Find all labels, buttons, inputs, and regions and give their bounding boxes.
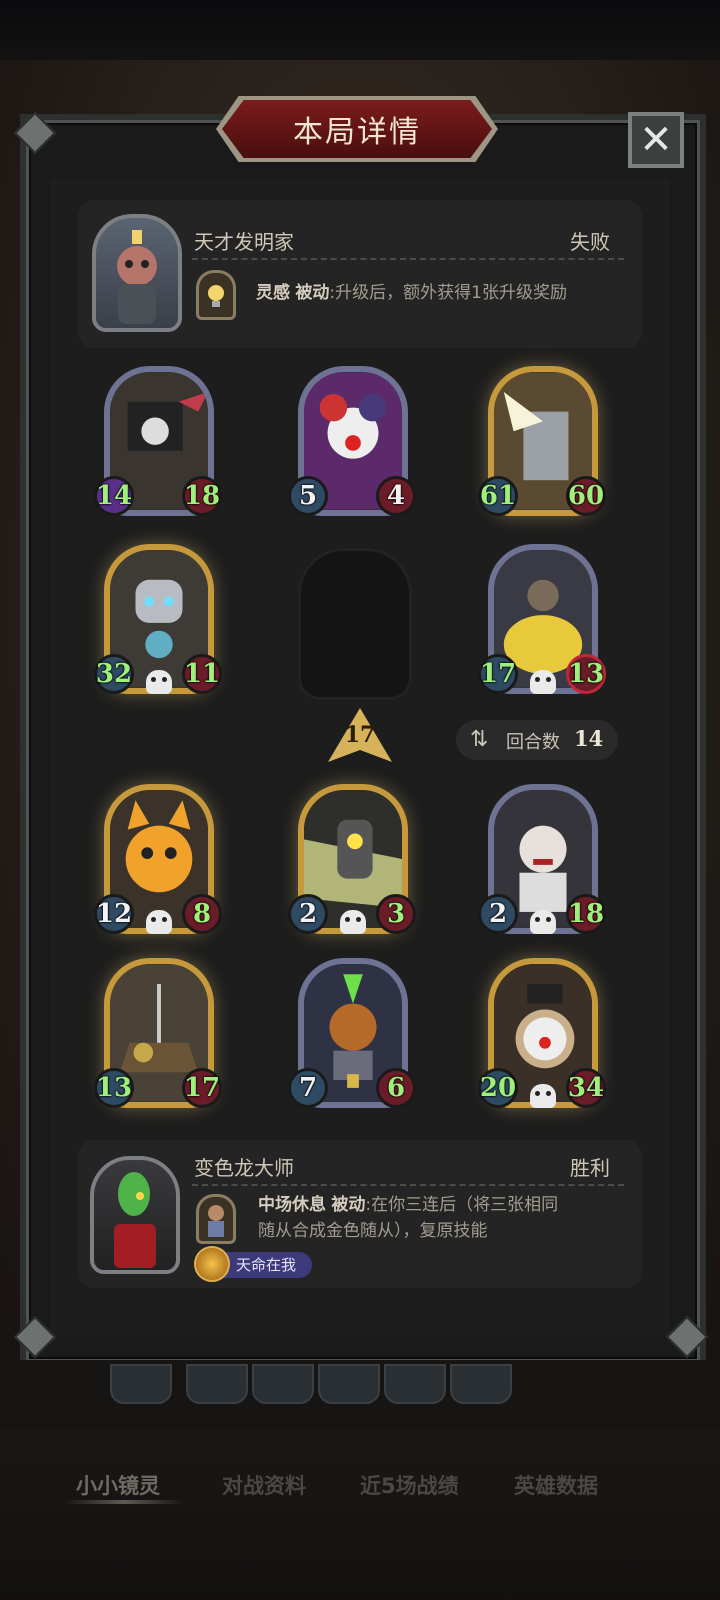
health-stat: 4: [376, 476, 416, 516]
attack-stat: 17: [478, 654, 518, 694]
close-icon: ✕: [639, 117, 673, 163]
team-slot[interactable]: [318, 1364, 380, 1404]
tab-mirror-spirit[interactable]: 小小镜灵: [76, 1470, 160, 1500]
health-stat: 18: [182, 476, 222, 516]
attack-stat: 14: [94, 476, 134, 516]
minion-card[interactable]: 14 18: [94, 366, 222, 526]
health-stat: 8: [182, 894, 222, 934]
health-stat: 6: [376, 1068, 416, 1108]
close-button[interactable]: ✕: [628, 112, 684, 168]
attack-stat: 32: [94, 654, 134, 694]
tab-battle-info[interactable]: 对战资料: [222, 1470, 306, 1500]
tab-hero-data[interactable]: 英雄数据: [514, 1470, 598, 1500]
attack-stat: 13: [94, 1068, 134, 1108]
attack-stat: 2: [478, 894, 518, 934]
team-slot[interactable]: [450, 1364, 512, 1404]
minion-card[interactable]: 17 13: [478, 544, 606, 704]
health-stat: 18: [566, 894, 606, 934]
minion-card[interactable]: 20 34: [478, 958, 606, 1118]
skill-description: :在你三连后（将三张相同: [365, 1195, 559, 1215]
intermission-skill-icon[interactable]: [196, 1194, 236, 1244]
skull-icon: [530, 1084, 556, 1108]
tab-recent-record[interactable]: 近5场战绩: [360, 1470, 459, 1500]
skill-description: :升级后，额外获得1张升级奖励: [329, 283, 567, 303]
player-skill: 中场休息 被动:在你三连后（将三张相同 随从合成金色随从），复原技能: [258, 1192, 618, 1244]
round-label: 回合数: [506, 732, 560, 753]
tavern-level: 17: [344, 722, 376, 748]
attack-stat: 5: [288, 476, 328, 516]
health-stat: 3: [376, 894, 416, 934]
round-counter: ⇅ 回合数 14: [456, 720, 618, 760]
skill-type: 被动: [331, 1195, 366, 1215]
skill-type: 被动: [295, 283, 330, 303]
badge-label: 天命在我: [236, 1256, 297, 1274]
empty-board-slot: [298, 548, 412, 700]
minion-card[interactable]: 2 18: [478, 784, 606, 944]
health-stat: 13: [566, 654, 606, 694]
divider: [192, 1184, 624, 1186]
destiny-badge[interactable]: 天命在我: [194, 1246, 313, 1282]
skill-name: 中场休息: [258, 1195, 326, 1215]
lightbulb-icon[interactable]: [196, 270, 236, 320]
opponent-result: 失败: [570, 230, 610, 254]
health-stat: 60: [566, 476, 606, 516]
player-hero-portrait[interactable]: [90, 1156, 180, 1274]
active-tab-indicator: [64, 1500, 184, 1504]
attack-stat: 7: [288, 1068, 328, 1108]
attack-stat: 61: [478, 476, 518, 516]
health-stat: 11: [182, 654, 222, 694]
minion-card[interactable]: 32 11: [94, 544, 222, 704]
opponent-hero-portrait[interactable]: [92, 214, 182, 332]
minion-card[interactable]: 2 3: [288, 784, 416, 944]
round-value: 14: [574, 726, 604, 751]
skull-icon: [146, 670, 172, 694]
attack-stat: 12: [94, 894, 134, 934]
skull-icon: [340, 910, 366, 934]
player-name: 变色龙大师: [194, 1156, 294, 1180]
skull-icon: [530, 670, 556, 694]
team-slot[interactable]: [384, 1364, 446, 1404]
skull-icon: [146, 910, 172, 934]
skill-name: 灵感: [256, 283, 290, 303]
team-slot[interactable]: [186, 1364, 248, 1404]
skull-icon: [530, 910, 556, 934]
team-slot[interactable]: [110, 1364, 172, 1404]
refresh-icon: ⇅: [470, 727, 489, 752]
minion-card[interactable]: 7 6: [288, 958, 416, 1118]
minion-card[interactable]: 12 8: [94, 784, 222, 944]
minion-card[interactable]: 13 17: [94, 958, 222, 1118]
player-result: 胜利: [570, 1156, 610, 1180]
health-stat: 34: [566, 1068, 606, 1108]
crown-badge-icon: [194, 1246, 230, 1282]
divider: [192, 258, 624, 260]
title-banner: 本局详情: [222, 100, 492, 158]
bottom-tab-bar: [0, 1430, 720, 1600]
attack-stat: 20: [478, 1068, 518, 1108]
minion-card[interactable]: 5 4: [288, 366, 416, 526]
health-stat: 17: [182, 1068, 222, 1108]
team-slot[interactable]: [252, 1364, 314, 1404]
opponent-name: 天才发明家: [194, 230, 294, 254]
skill-description-continued: 随从合成金色随从），复原技能: [258, 1221, 488, 1241]
attack-stat: 2: [288, 894, 328, 934]
dialog-title: 本局详情: [293, 115, 421, 150]
minion-card[interactable]: 61 60: [478, 366, 606, 526]
opponent-skill: 灵感 被动:升级后，额外获得1张升级奖励: [256, 280, 567, 306]
